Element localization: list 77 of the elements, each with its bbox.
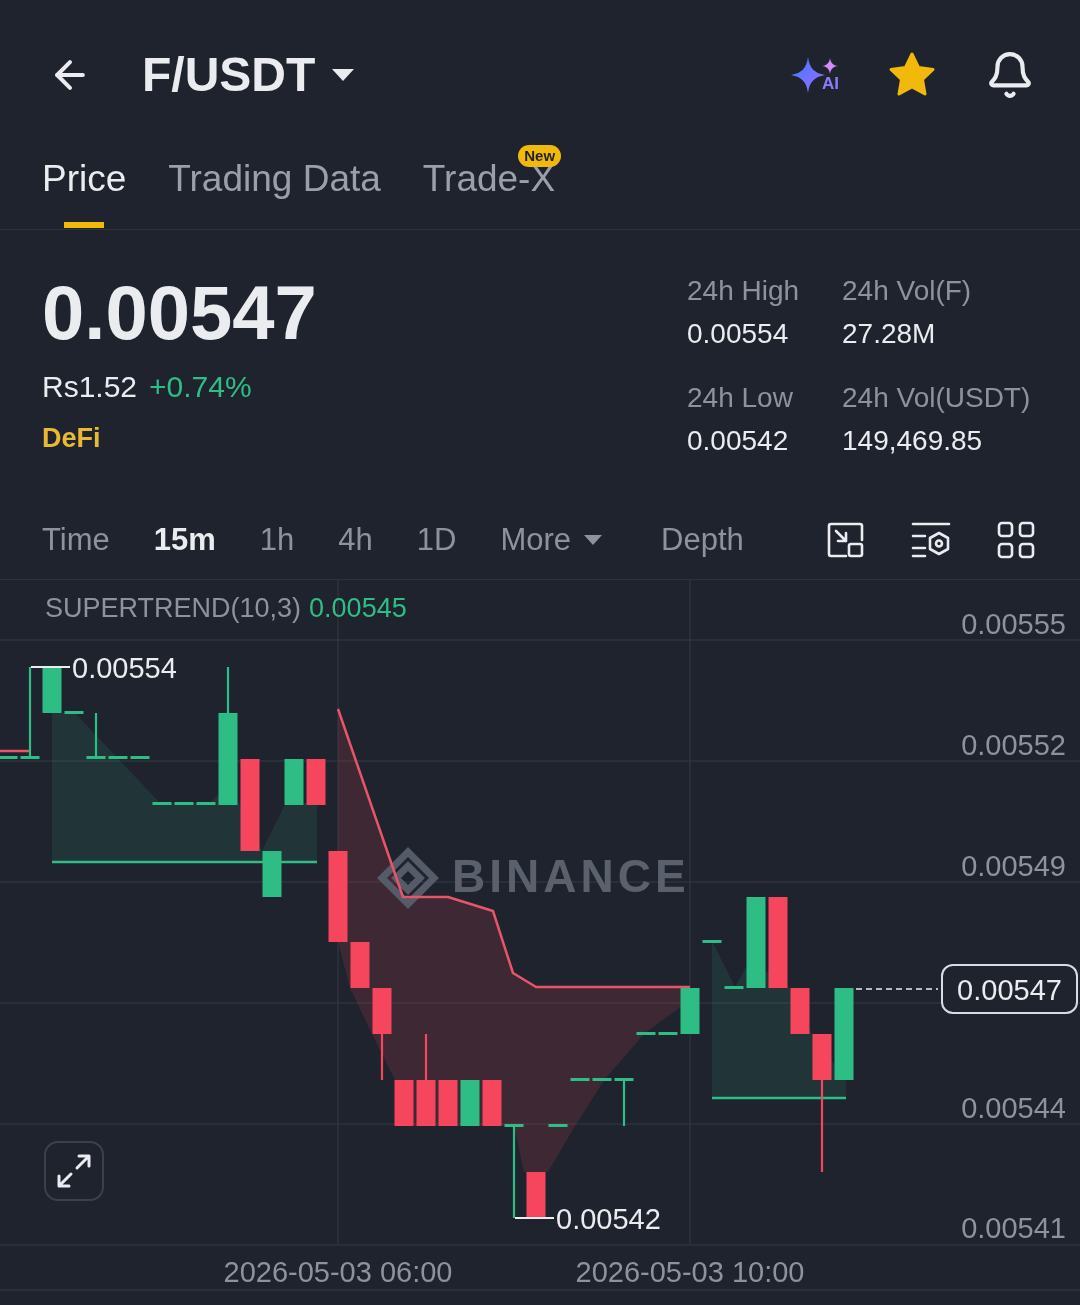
candlestick (680, 988, 700, 1034)
candlestick (0, 756, 18, 759)
stat-label: 24h Vol(USDT) (842, 381, 1032, 415)
stat-label: 24h High (687, 274, 801, 308)
fiat-price: Rs1.52 (42, 369, 138, 405)
candlestick (724, 986, 744, 989)
candlestick (592, 1078, 612, 1081)
depth-tab[interactable]: Depth (661, 520, 744, 559)
candlestick (460, 1080, 480, 1126)
stat-label: 24h Vol(F) (842, 274, 973, 308)
time-axis-label: 2026-05-03 10:00 (575, 1256, 805, 1288)
candlestick (350, 942, 370, 988)
candlestick (262, 851, 282, 897)
high-price-label: 0.00554 (72, 652, 177, 684)
interval-option[interactable]: 15m (153, 520, 216, 559)
candlestick (526, 1172, 546, 1218)
tab[interactable]: Price (42, 157, 127, 228)
price-axis-label: 0.00541 (961, 1212, 1066, 1244)
chart-watermark-logo-icon (377, 847, 439, 909)
candlestick (42, 668, 62, 713)
candlestick (284, 759, 304, 805)
stat-value: 27.28M (842, 317, 937, 351)
candlestick (570, 1078, 590, 1081)
candlestick (108, 756, 128, 759)
window-arrow-icon[interactable] (827, 520, 865, 559)
candlestick (306, 759, 326, 805)
candlestick (548, 1124, 568, 1127)
candlestick (64, 711, 84, 714)
leader-line (30, 666, 71, 668)
caret-icon (583, 533, 604, 546)
candlestick (438, 1080, 458, 1126)
price-axis-label: 0.00544 (961, 1092, 1066, 1124)
sector-tag[interactable]: DeFi (42, 422, 101, 454)
time-axis-label: 2026-05-03 06:00 (223, 1256, 453, 1288)
price-axis-label: 0.00549 (961, 850, 1066, 882)
supertrend-line (0, 749, 29, 753)
candlestick (196, 802, 216, 805)
stat-label: 24h Low (687, 381, 794, 415)
candlestick (174, 802, 194, 805)
candlestick (86, 713, 106, 759)
candlestick (130, 756, 150, 759)
chart-watermark: BINANCE (452, 850, 690, 902)
interval-option[interactable]: 1h (259, 520, 295, 559)
ai-assistant-button[interactable]: AI (790, 56, 839, 94)
candlestick (702, 940, 722, 943)
new-badge: New (518, 145, 562, 167)
low-price-label: 0.00542 (556, 1203, 661, 1235)
candlestick (152, 802, 172, 805)
candlestick (658, 1032, 678, 1035)
pair-selector[interactable]: F/USDT (142, 47, 356, 103)
last-price: 0.00547 (42, 275, 317, 351)
candlestick (636, 1032, 656, 1035)
tab[interactable]: Trade-X New (422, 145, 562, 228)
tab[interactable]: Trading Data (168, 157, 381, 228)
interval-option[interactable]: 1D (416, 520, 457, 559)
stat-value: 0.00542 (687, 424, 790, 458)
stat-value: 149,469.85 (842, 424, 984, 458)
grid-icon[interactable] (997, 520, 1035, 559)
candlestick (614, 1078, 634, 1126)
interval-option[interactable]: 4h (338, 520, 373, 559)
candlestick (790, 988, 810, 1034)
settings-lines-icon[interactable] (911, 520, 951, 559)
price-axis-label: 0.00555 (961, 608, 1066, 640)
price-change: +0.74% (149, 369, 252, 405)
interval-option[interactable]: Time (42, 520, 110, 559)
candlestick (482, 1080, 502, 1126)
indicator-legend: SUPERTREND(10,3) 0.00545 (45, 593, 407, 623)
price-axis-label: 0.00552 (961, 729, 1066, 761)
expand-arrows-icon (55, 1152, 93, 1190)
stat-value: 0.00554 (687, 317, 790, 351)
candlestick (394, 1080, 414, 1126)
fullscreen-button[interactable] (44, 1141, 104, 1201)
more-menu-button[interactable]: More (500, 520, 604, 559)
small-sparkle-icon (822, 58, 838, 74)
leader-line (514, 1217, 555, 1219)
caret-icon (331, 68, 356, 82)
current-price-tag: 0.00547 (941, 964, 1078, 1014)
